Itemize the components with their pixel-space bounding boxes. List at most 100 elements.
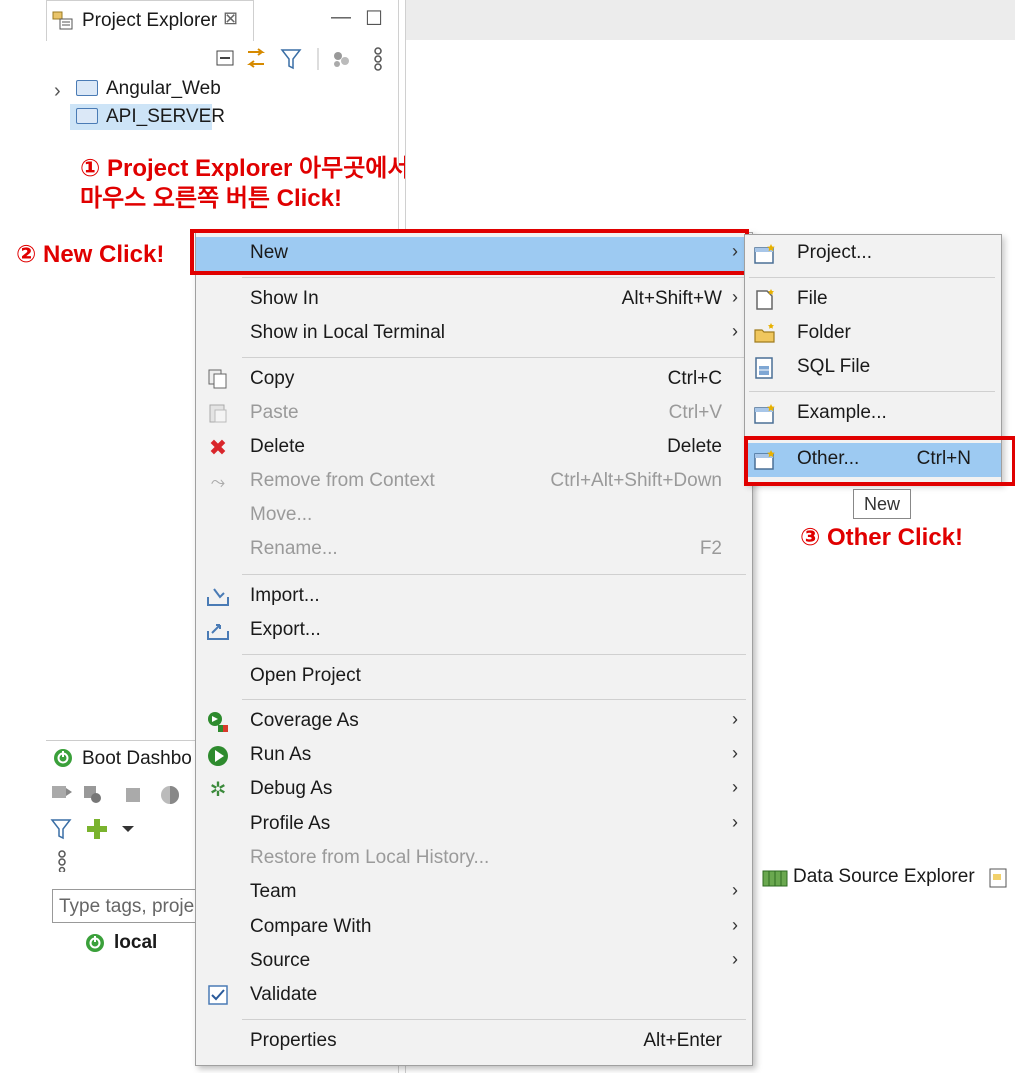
menu-item-run-as[interactable]: Run As › (196, 739, 752, 773)
menu-separator (242, 277, 746, 278)
menu-item-label: Team (250, 881, 297, 902)
start-icon (52, 786, 72, 798)
menu-item-shortcut: Alt+Shift+W (621, 288, 722, 309)
submenu-item-label: Example... (797, 402, 887, 423)
remove-context-icon: ⤳ (210, 472, 226, 492)
menu-item-remove-from-context: ⤳ Remove from Context Ctrl+Alt+Shift+Dow… (196, 465, 752, 499)
project-name: API_SERVER (106, 106, 225, 127)
chevron-down-icon (122, 826, 134, 832)
submenu-item-folder[interactable]: Folder (745, 317, 1001, 351)
data-source-explorer-tab[interactable]: Data Source Explorer (793, 866, 975, 888)
collapse-all-icon (216, 50, 234, 66)
menu-item-restore-from-local-history: Restore from Local History... (196, 842, 752, 876)
minimize-icon[interactable]: — (331, 6, 351, 29)
data-source-explorer-icon (762, 866, 788, 890)
submenu-item-label: SQL File (797, 356, 871, 377)
chevron-right-icon: › (732, 949, 738, 969)
highlight-box-other (744, 436, 1015, 486)
menu-item-label: Export... (250, 619, 321, 640)
spring-boot-icon (52, 747, 74, 769)
menu-item-shortcut: Delete (667, 436, 722, 457)
explorer-toolbar (214, 46, 394, 72)
filter-placeholder: Type tags, proje (59, 896, 195, 917)
submenu-item-label: File (797, 288, 828, 309)
boot-dashboard-title[interactable]: Boot Dashbo (82, 748, 192, 770)
sql-scrapbook-icon[interactable] (988, 866, 1010, 890)
menu-separator (242, 574, 746, 575)
delete-icon: ✖ (208, 435, 228, 460)
menu-separator (242, 357, 746, 358)
menu-item-shortcut: Ctrl+V (668, 402, 722, 423)
menu-item-copy[interactable]: Copy Ctrl+C (196, 363, 752, 397)
boot-dashboard-filter-input[interactable]: Type tags, proje (52, 889, 204, 923)
view-menu-icon (374, 47, 382, 71)
menu-item-move: Move... (196, 499, 752, 533)
menu-item-label: Coverage As (250, 710, 359, 731)
menu-item-label: Debug As (250, 778, 333, 799)
menu-item-properties[interactable]: Properties Alt+Enter (196, 1025, 752, 1059)
maximize-icon[interactable]: ☐ (365, 6, 383, 31)
menu-item-team[interactable]: Team › (196, 876, 752, 910)
folder-icon (76, 108, 98, 124)
menu-item-import[interactable]: Import... (196, 580, 752, 614)
example-icon (753, 402, 777, 426)
menu-item-coverage-as[interactable]: Coverage As › (196, 705, 752, 739)
menu-item-show-in-local-terminal[interactable]: Show in Local Terminal › (196, 317, 752, 351)
add-icon (87, 819, 107, 839)
submenu-item-project[interactable]: Project... (745, 237, 1001, 271)
menu-item-label: Import... (250, 585, 320, 606)
menu-item-compare-with[interactable]: Compare With › (196, 911, 752, 945)
project-explorer-title: Project Explorer (82, 10, 218, 31)
menu-item-delete[interactable]: ✖ Delete Delete (196, 431, 752, 465)
menu-item-label: Restore from Local History... (250, 847, 490, 868)
link-editor-icon (247, 48, 265, 68)
chevron-right-icon: › (732, 743, 738, 763)
chevron-right-icon: › (732, 287, 738, 307)
menu-item-profile-as[interactable]: Profile As › (196, 808, 752, 842)
menu-item-source[interactable]: Source › (196, 945, 752, 979)
menu-item-label: Rename... (250, 538, 338, 559)
menu-item-validate[interactable]: Validate (196, 979, 752, 1013)
boot-dashboard-toolbar (50, 782, 200, 874)
chevron-right-icon: › (732, 777, 738, 797)
new-file-icon (753, 288, 777, 312)
submenu-item-sql-file[interactable]: SQL File (745, 351, 1001, 385)
copy-icon (206, 368, 230, 392)
menu-item-debug-as[interactable]: ✲ Debug As › (196, 773, 752, 807)
menu-item-show-in[interactable]: Show In Alt+Shift+W › (196, 283, 752, 317)
annotation-step3: ③ Other Click! (800, 524, 964, 551)
debug-icon: ✲ (209, 779, 227, 801)
chevron-right-icon: › (732, 812, 738, 832)
menu-separator (749, 277, 995, 278)
editor-tab-bar (405, 0, 1015, 41)
menu-item-label: Profile As (250, 813, 331, 834)
menu-item-export[interactable]: Export... (196, 614, 752, 648)
menu-item-shortcut: Ctrl+Alt+Shift+Down (550, 470, 722, 491)
context-menu: New › Show In Alt+Shift+W › Show in Loca… (195, 232, 753, 1066)
menu-item-label: Compare With (250, 916, 372, 937)
tree-item-api-server[interactable]: API_SERVER (70, 104, 225, 130)
menu-item-rename: Rename... F2 (196, 533, 752, 567)
project-name: Angular_Web (106, 78, 221, 99)
menu-item-open-project[interactable]: Open Project (196, 660, 752, 694)
chevron-right-icon[interactable]: › (54, 80, 61, 103)
chevron-right-icon: › (732, 709, 738, 729)
checkbox-checked-icon (206, 984, 230, 1008)
submenu-item-example[interactable]: Example... (745, 397, 1001, 431)
menu-item-paste: Paste Ctrl+V (196, 397, 752, 431)
menu-item-label: Properties (250, 1030, 337, 1051)
menu-item-shortcut: Ctrl+C (667, 368, 722, 389)
submenu-item-label: Project... (797, 242, 872, 263)
menu-separator (242, 1019, 746, 1020)
view-menu-icon (58, 850, 66, 874)
new-project-icon (753, 242, 777, 266)
menu-item-label: Delete (250, 436, 305, 457)
coverage-icon (206, 710, 230, 734)
submenu-item-file[interactable]: File (745, 283, 1001, 317)
submenu-item-label: Folder (797, 322, 851, 343)
run-icon (206, 744, 230, 768)
local-target[interactable]: local (114, 932, 157, 954)
menu-item-label: Run As (250, 744, 312, 765)
close-icon[interactable]: ⊠ (223, 8, 238, 29)
highlight-box-new (190, 229, 749, 275)
